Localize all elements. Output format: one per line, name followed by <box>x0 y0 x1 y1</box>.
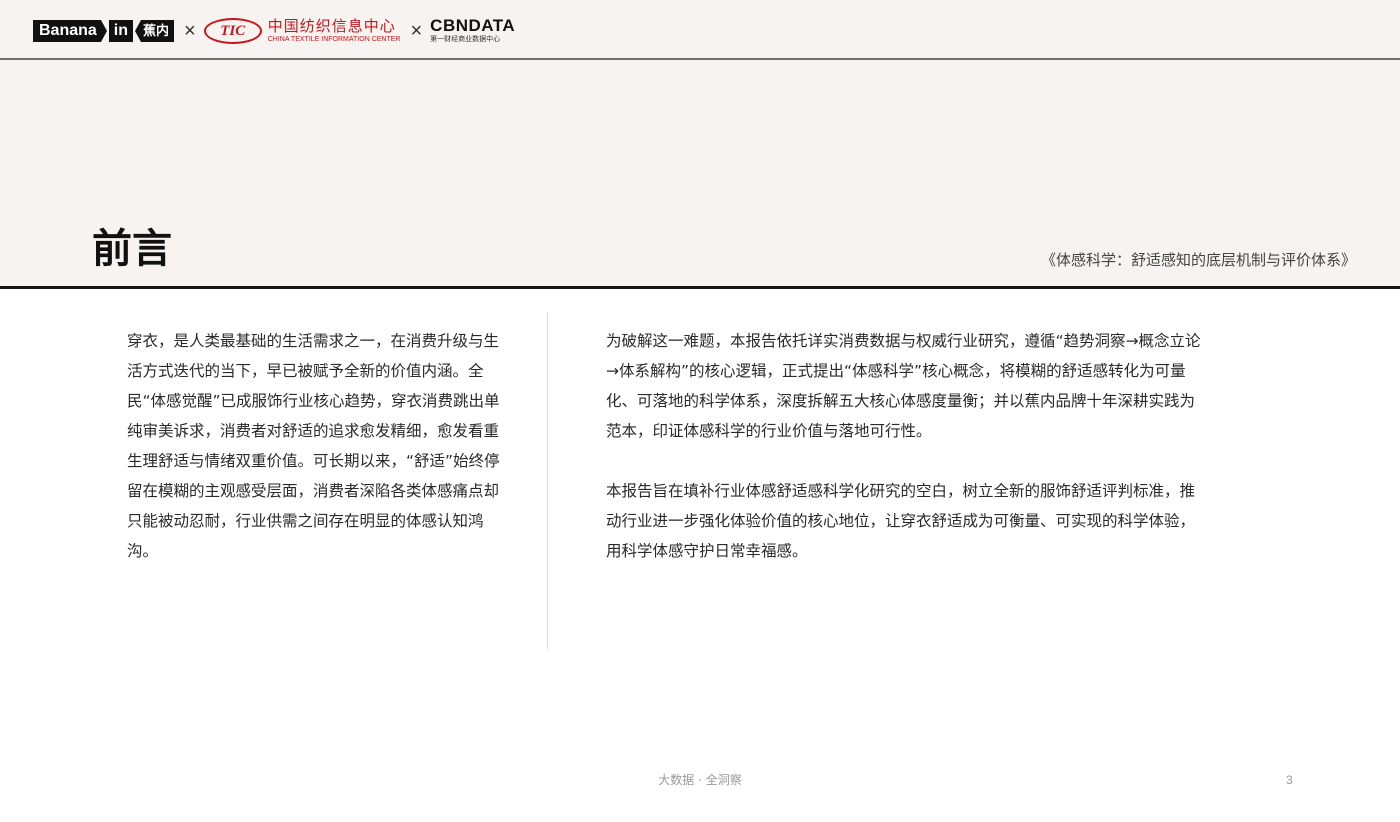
title-rule <box>0 286 1400 289</box>
left-column: 穿衣，是人类最基础的生活需求之一，在消费升级与生活方式迭代的当下，早已被赋予全新… <box>127 326 505 566</box>
bananain-arrow-right <box>100 20 107 42</box>
column-divider <box>547 312 548 649</box>
cbndata-logo: CBNDATA 第一财经商业数据中心 <box>430 16 515 44</box>
bananain-word: Banana <box>33 20 101 42</box>
page-number: 3 <box>1286 773 1293 787</box>
right-paragraph-2: 本报告旨在填补行业体感舒适感科学化研究的空白，树立全新的服饰舒适评判标准，推动行… <box>606 482 1196 560</box>
header-divider <box>0 58 1400 60</box>
logo-separator: × <box>184 19 196 42</box>
footer-tagline: 大数据 · 全洞察 <box>658 773 742 787</box>
right-column: 为破解这一难题，本报告依托详实消费数据与权威行业研究，遵循“趋势洞察→概念立论→… <box>606 326 1206 566</box>
page-title: 前言 <box>92 226 172 272</box>
cbndata-name: CBNDATA <box>430 16 516 35</box>
ctic-mark-icon: TIC <box>203 18 262 44</box>
ctic-name-cn: 中国纺织信息中心 <box>267 17 396 35</box>
right-paragraph-1: 为破解这一难题，本报告依托详实消费数据与权威行业研究，遵循“趋势洞察→概念立论→… <box>606 332 1201 440</box>
report-name: 《体感科学：舒适感知的底层机制与评价体系》 <box>1040 251 1356 269</box>
logo-separator-2: × <box>410 19 423 42</box>
bananain-cn: 蕉内 <box>141 20 175 42</box>
ctic-name-en: CHINA TEXTILE INFORMATION CENTER <box>267 36 401 43</box>
cbndata-sub: 第一财经商业数据中心 <box>430 35 501 43</box>
bananain-logo: Banana in 蕉内 <box>33 19 175 43</box>
left-paragraph: 穿衣，是人类最基础的生活需求之一，在消费升级与生活方式迭代的当下，早已被赋予全新… <box>127 332 500 560</box>
bananain-in: in <box>108 20 134 42</box>
ctic-logo: TIC 中国纺织信息中心 CHINA TEXTILE INFORMATION C… <box>203 17 401 44</box>
partner-logos: Banana in 蕉内 × TIC 中国纺织信息中心 CHINA TEXTIL… <box>33 16 515 46</box>
